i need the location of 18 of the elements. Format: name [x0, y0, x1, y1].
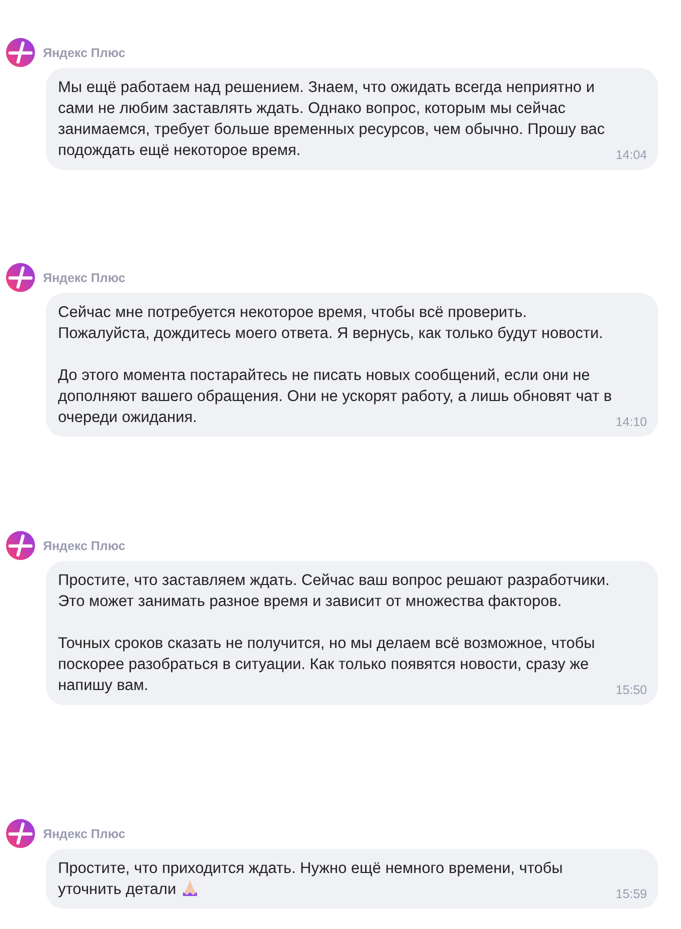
plus-logo-icon — [6, 819, 35, 848]
message-time: 14:04 — [616, 148, 647, 162]
plus-logo-icon — [6, 531, 35, 560]
sender-name: Яндекс Плюс — [43, 46, 126, 60]
message-text: Мы ещё работаем над решением. Знаем, что ожидать всегда неприятно и сами не любим заставлять ждать. Однако вопрос, которым мы сейчас занимаемся, требует больше временных ресурсов, чем обычно. Прошу вас подождать ещё некоторое время. — [58, 78, 606, 161]
message-time: 14:10 — [616, 415, 647, 429]
message-text: Сейчас мне потребуется некоторое время, чтобы всё проверить. Пожалуйста, дождитесь моего ответа. Я вернусь, как только будут новости. — [58, 303, 604, 344]
message-text: Простите, что заставляем ждать. Сейчас ваш вопрос решают разработчики. Это может занимать разное время и зависит от множества факторов. — [58, 571, 611, 612]
sender-name: Яндекс Плюс — [43, 538, 126, 552]
plus-logo-icon — [6, 263, 35, 292]
plus-logo-icon — [6, 38, 35, 67]
message-text: До этого момента постарайтесь не писать новых сообщений, если они не дополняют вашего обращения. Они не ускорят работу, а лишь обновят чат в очереди ожидания. — [58, 366, 613, 428]
message-text: Простите, что приходится ждать. Нужно ещё немного времени, чтобы уточнить детали — [58, 859, 564, 900]
message-text: Точных сроков сказать не получится, но мы делаем всё возможное, чтобы поскорее разобраться в ситуации. Как только появятся новости, сразу же напишу вам. — [58, 634, 596, 696]
message-time: 15:59 — [616, 887, 647, 901]
sender-name: Яндекс Плюс — [43, 270, 126, 284]
sender-name: Яндекс Плюс — [43, 826, 126, 840]
message-time: 15:50 — [616, 683, 647, 697]
